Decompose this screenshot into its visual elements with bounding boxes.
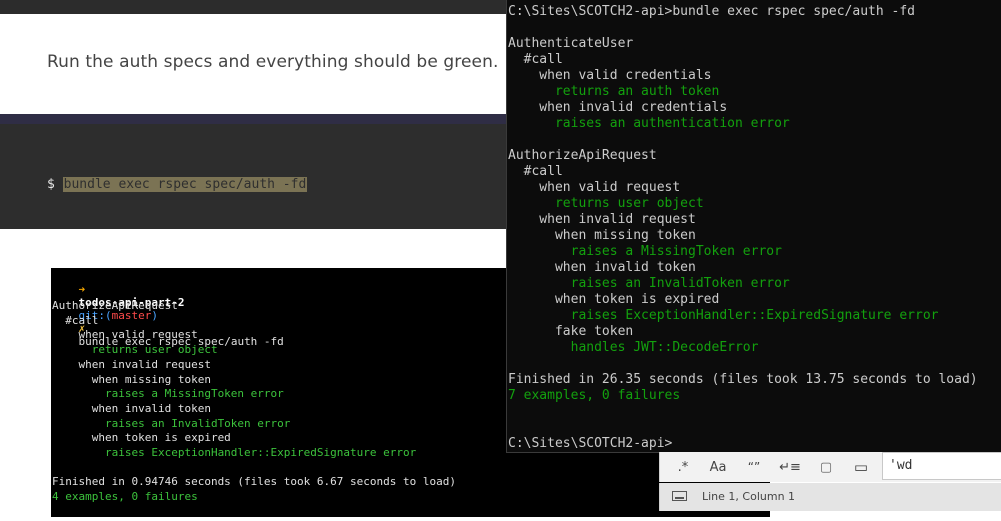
terminal-line: when valid request [52, 328, 198, 342]
terminal-line: fake token [508, 324, 634, 339]
terminal-line: raises a MissingToken error [508, 244, 782, 259]
article-paragraph: Run the auth specs and everything should… [47, 52, 499, 72]
match-case-button[interactable]: Aa [706, 457, 730, 477]
terminal-line: raises an InvalidToken error [508, 276, 790, 291]
terminal-line: returns user object [52, 343, 218, 357]
console-window[interactable]: C:\Sites\SCOTCH2-api>bundle exec rspec s… [506, 0, 1001, 453]
terminal-line: when invalid request [508, 212, 696, 227]
terminal-line: raises ExceptionHandler::ExpiredSignatur… [52, 446, 417, 459]
terminal-line: AuthorizeApiRequest [508, 148, 657, 163]
code-line: $ bundle exec rspec spec/auth -fd [47, 177, 308, 192]
find-input[interactable]: 'wd [882, 452, 1001, 480]
terminal-line: when token is expired [52, 431, 231, 445]
terminal-line: #call [508, 52, 563, 67]
terminal-line: when token is expired [508, 292, 720, 307]
terminal-line: C:\Sites\SCOTCH2-api>bundle exec rspec s… [508, 4, 915, 19]
highlight-matches-button[interactable]: ▭ [848, 457, 874, 477]
terminal-line: AuthenticateUser [508, 36, 634, 51]
code-prompt: $ [47, 177, 55, 192]
regex-toggle-button[interactable]: .* [672, 457, 694, 477]
terminal-line: when invalid request [52, 357, 211, 371]
top-dark-strip [0, 0, 506, 14]
terminal-line: when valid request [508, 180, 681, 195]
status-bar: Line 1, Column 1 [659, 483, 1001, 511]
terminal-line: #call [508, 164, 563, 179]
terminal-line: when invalid token [52, 401, 211, 415]
terminal-line: when missing token [508, 228, 696, 243]
terminal-line: C:\Sites\SCOTCH2-api> [508, 436, 673, 451]
terminal-line: when missing token [52, 372, 211, 386]
wrap-toggle-button[interactable]: ↵≡ [778, 457, 802, 477]
terminal-line: returns an auth token [508, 84, 720, 99]
terminal-line: when invalid token [508, 260, 696, 275]
prompt-arrow-icon: ➜ [78, 283, 86, 296]
terminal-line: raises an InvalidToken error [52, 416, 291, 430]
terminal-line: when invalid credentials [508, 100, 728, 115]
terminal-line: when valid credentials [508, 68, 712, 83]
code-block: $ bundle exec rspec spec/auth -fd [0, 124, 506, 229]
terminal-line: AuthorizeApiRequest [52, 299, 178, 312]
in-selection-button[interactable]: ▢ [814, 457, 838, 477]
find-widget: .* Aa “” ↵≡ ▢ ▭ 'wd [659, 452, 1001, 482]
terminal-line: Finished in 26.35 seconds (files took 13… [508, 372, 978, 387]
terminal-line: raises a MissingToken error [52, 387, 284, 401]
terminal-line: Finished in 0.94746 seconds (files took … [52, 475, 456, 489]
terminal-line: 7 examples, 0 failures [508, 388, 681, 403]
section-divider [0, 114, 506, 124]
panel-icon[interactable] [672, 491, 687, 501]
terminal-line: raises an authentication error [508, 116, 790, 131]
terminal-line: handles JWT::DecodeError [508, 340, 759, 355]
terminal-line: 4 examples, 0 failures [52, 490, 198, 504]
terminal-line: raises ExceptionHandler::ExpiredSignatur… [508, 308, 939, 323]
terminal-line: returns user object [508, 196, 704, 211]
whole-word-button[interactable]: “” [742, 457, 766, 477]
terminal-line: #call [52, 313, 99, 327]
code-command-highlight[interactable]: bundle exec rspec spec/auth -fd [62, 177, 308, 192]
cursor-position: Line 1, Column 1 [702, 490, 796, 503]
